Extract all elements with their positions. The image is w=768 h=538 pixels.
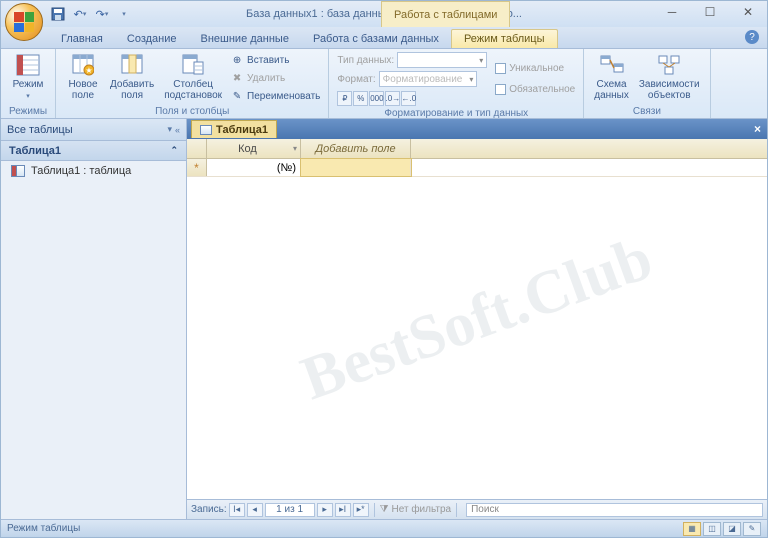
- column-header-add[interactable]: Добавить поле: [301, 139, 411, 158]
- nav-item-table1[interactable]: Таблица1 : таблица: [1, 161, 186, 181]
- format-combo[interactable]: Форматирование: [379, 71, 478, 87]
- filter-indicator[interactable]: ⧩Нет фильтра: [380, 504, 452, 515]
- qat-redo-icon[interactable]: ↷▾: [93, 5, 111, 23]
- watermark: BestSoft.Club: [292, 223, 661, 415]
- tab-datasheet[interactable]: Режим таблицы: [451, 29, 558, 48]
- datatype-combo[interactable]: [397, 52, 487, 68]
- percent-icon[interactable]: %: [353, 91, 368, 106]
- relationships-button[interactable]: Схема данных: [590, 51, 633, 105]
- new-row-selector[interactable]: *: [187, 159, 207, 176]
- select-all-cell[interactable]: [187, 139, 207, 158]
- next-record-button[interactable]: ▸: [317, 503, 333, 517]
- add-fields-label: Добавить поля: [110, 79, 154, 101]
- search-box[interactable]: Поиск: [466, 503, 763, 517]
- lookup-label: Столбец подстановок: [164, 79, 222, 101]
- view-pivotchart-button[interactable]: ◪: [723, 522, 741, 536]
- contextual-tab-label: Работа с таблицами: [381, 1, 510, 27]
- dependencies-icon: [657, 53, 681, 77]
- tab-create[interactable]: Создание: [115, 30, 189, 48]
- checkbox-icon: [495, 84, 506, 95]
- lookup-column-button[interactable]: Столбец подстановок: [160, 51, 226, 105]
- nav-pane-header[interactable]: Все таблицы ▾ «: [1, 119, 186, 141]
- new-field-label: Новое поле: [68, 79, 97, 101]
- table-icon: [11, 165, 25, 177]
- close-button[interactable]: ✕: [729, 1, 767, 23]
- prev-record-button[interactable]: ◂: [247, 503, 263, 517]
- insert-icon: ⊕: [230, 53, 244, 67]
- close-doc-icon[interactable]: ×: [754, 122, 761, 136]
- nav-group-header[interactable]: Таблица1 ⌃: [1, 141, 186, 161]
- help-icon[interactable]: ?: [745, 30, 759, 44]
- navigation-pane: Все таблицы ▾ « Таблица1 ⌃ Таблица1 : та…: [1, 119, 187, 519]
- schema-label: Схема данных: [594, 79, 629, 101]
- lookup-icon: [181, 53, 205, 77]
- maximize-button[interactable]: ☐: [691, 1, 729, 23]
- ribbon-tabs: Главная Создание Внешние данные Работа с…: [1, 27, 767, 49]
- dec-decimal-icon[interactable]: ←.0: [401, 91, 416, 106]
- record-label: Запись:: [191, 504, 227, 515]
- minimize-button[interactable]: ─: [653, 1, 691, 23]
- tab-external[interactable]: Внешние данные: [189, 30, 301, 48]
- currency-icon[interactable]: ₽: [337, 91, 352, 106]
- delete-icon: ✖: [230, 71, 244, 85]
- datatype-row: Тип данных:: [335, 51, 489, 69]
- new-field-button[interactable]: ★ Новое поле: [62, 51, 104, 105]
- rename-button[interactable]: ✎Переименовать: [228, 87, 322, 105]
- checkbox-icon: [495, 63, 506, 74]
- delete-button[interactable]: ✖Удалить: [228, 69, 322, 87]
- tab-dbtools[interactable]: Работа с базами данных: [301, 30, 451, 48]
- nav-dropdown-icon[interactable]: ▾: [167, 124, 172, 135]
- document-tab[interactable]: Таблица1: [191, 120, 277, 138]
- insert-button[interactable]: ⊕Вставить: [228, 51, 322, 69]
- group-fields-label: Поля и столбцы: [62, 105, 322, 118]
- column-header-kod[interactable]: Код▾: [207, 139, 301, 158]
- new-record-button[interactable]: ▸*: [353, 503, 369, 517]
- group-views-label: Режимы: [7, 105, 49, 118]
- nav-collapse-icon[interactable]: «: [175, 125, 180, 135]
- dependencies-button[interactable]: Зависимости объектов: [635, 51, 704, 105]
- cell-add-new[interactable]: [301, 159, 411, 176]
- nav-group-collapse-icon[interactable]: ⌃: [170, 145, 178, 156]
- office-button[interactable]: [5, 3, 43, 41]
- tab-home[interactable]: Главная: [49, 30, 115, 48]
- deps-label: Зависимости объектов: [639, 79, 700, 101]
- last-record-button[interactable]: ▸I: [335, 503, 351, 517]
- rename-icon: ✎: [230, 89, 244, 103]
- unique-check[interactable]: Уникальное: [493, 60, 577, 78]
- record-position[interactable]: 1 из 1: [265, 503, 315, 517]
- view-label: Режим: [13, 79, 44, 90]
- inc-decimal-icon[interactable]: .0→: [385, 91, 400, 106]
- view-design-button[interactable]: ✎: [743, 522, 761, 536]
- cell-kod-new[interactable]: (№): [207, 159, 301, 176]
- schema-icon: [600, 53, 624, 77]
- view-datasheet-button[interactable]: ▦: [683, 522, 701, 536]
- qat-save-icon[interactable]: [49, 5, 67, 23]
- group-relations-label: Связи: [590, 105, 703, 118]
- svg-text:★: ★: [85, 66, 92, 75]
- comma-icon[interactable]: 000: [369, 91, 384, 106]
- filter-icon: ⧩: [380, 504, 389, 515]
- qat-customize-icon[interactable]: ▾: [115, 5, 133, 23]
- table-icon: [200, 125, 212, 135]
- required-check[interactable]: Обязательное: [493, 81, 577, 99]
- view-pivottable-button[interactable]: ◫: [703, 522, 721, 536]
- add-fields-button[interactable]: Добавить поля: [106, 51, 158, 105]
- status-text: Режим таблицы: [7, 523, 80, 534]
- format-row: Формат: Форматирование: [335, 70, 489, 88]
- column-dropdown-icon[interactable]: ▾: [293, 144, 297, 153]
- format-buttons: ₽ % 000 .0→ ←.0: [335, 89, 489, 107]
- add-fields-icon: [120, 53, 144, 77]
- datasheet-grid[interactable]: BestSoft.Club Код▾ Добавить поле * (№): [187, 139, 767, 499]
- view-button[interactable]: Режим▾: [7, 51, 49, 105]
- datasheet-view-icon: [16, 53, 40, 77]
- new-field-icon: ★: [71, 53, 95, 77]
- record-navigator: Запись: I◂ ◂ 1 из 1 ▸ ▸I ▸* ⧩Нет фильтра…: [187, 499, 767, 519]
- first-record-button[interactable]: I◂: [229, 503, 245, 517]
- qat-undo-icon[interactable]: ↶▾: [71, 5, 89, 23]
